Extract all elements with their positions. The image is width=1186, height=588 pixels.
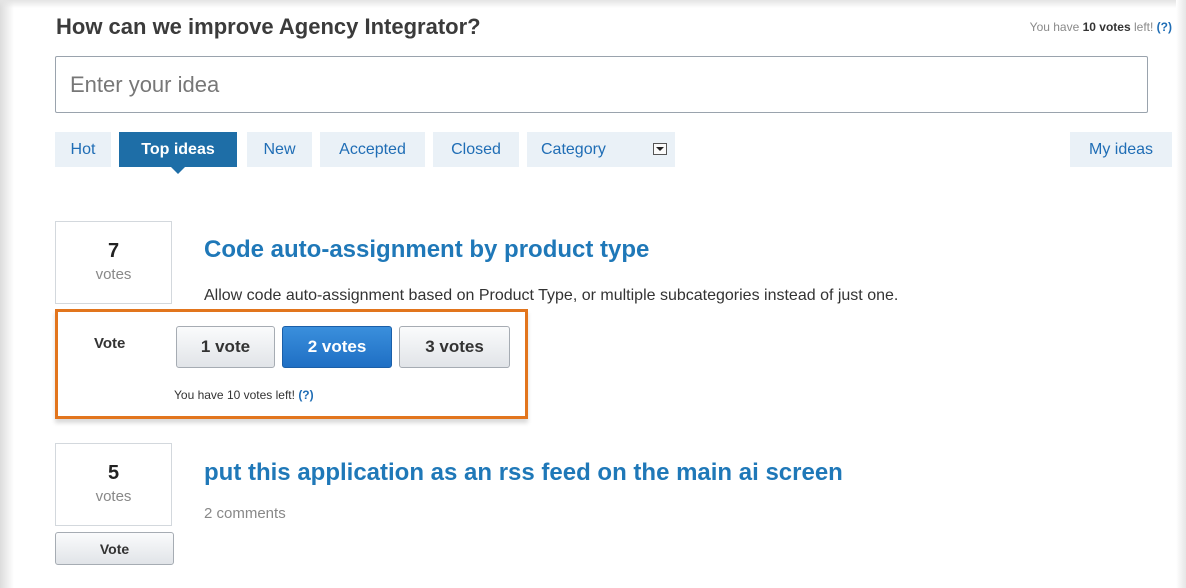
vote-count: 7 (107, 240, 120, 262)
idea-vote-count-box: 5 votes (55, 443, 172, 526)
vote-panel-label: Vote (94, 335, 126, 352)
page-title: How can we improve Agency Integrator? (56, 14, 481, 39)
vote-count: 5 (107, 462, 120, 484)
idea-title-link[interactable]: put this application as an rss feed on t… (204, 459, 843, 487)
vote-3-button[interactable]: 3 votes (399, 326, 510, 368)
votes-remaining-indicator: You have 10 votes left! (?) (1029, 20, 1172, 34)
tab-accepted[interactable]: Accepted (320, 132, 425, 167)
idea-input[interactable] (55, 56, 1148, 113)
votes-help-link[interactable]: (?) (1157, 20, 1172, 34)
idea-description: Allow code auto-assignment based on Prod… (204, 287, 899, 304)
idea-comments-link[interactable]: 2 comments (204, 505, 286, 522)
left-edge-shadow (0, 0, 14, 588)
dropdown-arrow-icon[interactable] (653, 143, 667, 155)
tab-category[interactable]: Category (527, 132, 675, 167)
votes-remaining-count: 10 votes (1082, 20, 1131, 34)
top-edge-shadow (0, 0, 1186, 8)
tab-hot[interactable]: Hot (55, 132, 111, 167)
vote-button[interactable]: Vote (55, 532, 174, 565)
vote-1-button[interactable]: 1 vote (176, 326, 275, 368)
tab-top-ideas[interactable]: Top ideas (119, 132, 237, 174)
tab-my-ideas[interactable]: My ideas (1070, 132, 1172, 167)
vote-panel: Vote 1 vote 2 votes 3 votes You have 10 … (55, 309, 528, 419)
right-edge-shadow (1176, 0, 1186, 588)
vote-2-button[interactable]: 2 votes (282, 326, 392, 368)
vote-count-unit: votes (95, 488, 132, 505)
votes-left-note: You have 10 votes left! (?) (174, 388, 314, 402)
vote-count-unit: votes (95, 266, 132, 283)
vote-panel-help-link[interactable]: (?) (298, 388, 313, 402)
tab-category-label: Category (541, 141, 606, 158)
idea-vote-count-box: 7 votes (55, 221, 172, 304)
tab-new[interactable]: New (247, 132, 312, 167)
tab-closed[interactable]: Closed (433, 132, 519, 167)
idea-title-link[interactable]: Code auto-assignment by product type (204, 236, 649, 264)
